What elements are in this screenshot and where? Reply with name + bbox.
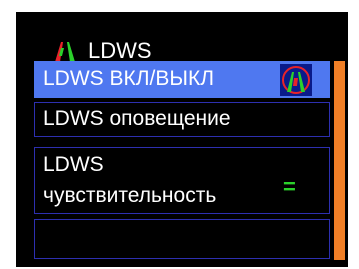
sensitivity-value: =: [283, 174, 296, 199]
menu-item-label: LDWS оповещение: [43, 107, 231, 130]
menu-item-ldws-sensitivity[interactable]: LDWS чувствительность =: [34, 147, 330, 214]
settings-menu: LDWS ВКЛ/ВЫКЛ LDWS оповещение LDWS чувст…: [34, 61, 330, 260]
lane-departure-on-icon: [280, 64, 312, 96]
ldws-menu-screen: LDWS LDWS ВКЛ/ВЫКЛ LDWS оповещение LDWS …: [16, 12, 348, 267]
scrollbar[interactable]: [334, 61, 345, 260]
menu-item-label-line2: чувствительность: [43, 184, 217, 207]
menu-item-ldws-alert[interactable]: LDWS оповещение: [34, 102, 330, 137]
menu-item-label-line1: LDWS: [43, 153, 104, 176]
menu-item-empty[interactable]: [34, 219, 330, 259]
menu-item-ldws-toggle[interactable]: LDWS ВКЛ/ВЫКЛ: [34, 61, 330, 98]
menu-item-label: LDWS ВКЛ/ВЫКЛ: [43, 67, 214, 90]
